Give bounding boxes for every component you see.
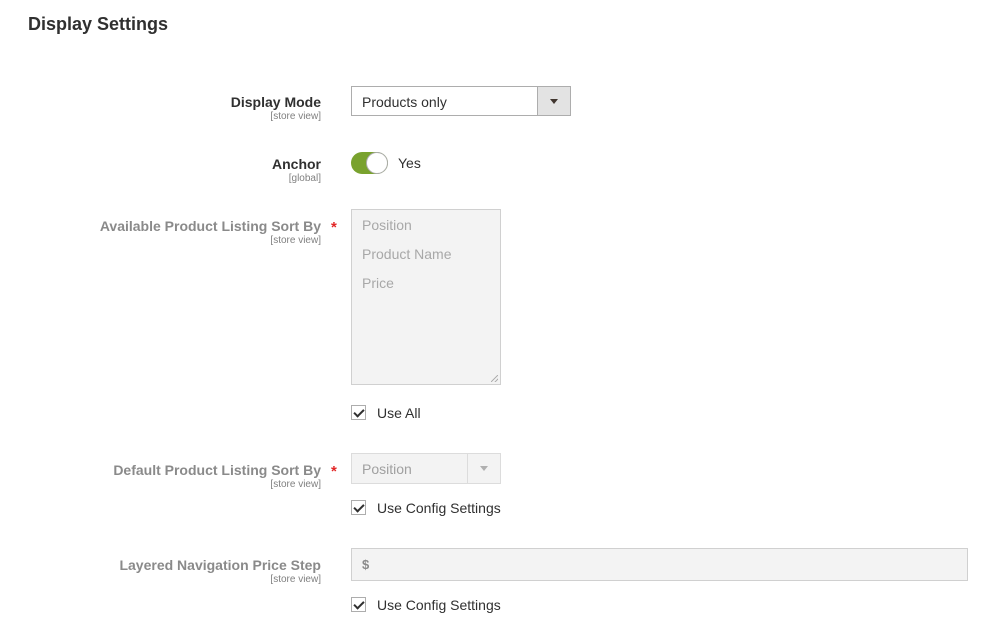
toggle-knob bbox=[366, 152, 388, 174]
price-step-use-config-checkbox[interactable] bbox=[351, 597, 366, 612]
sort-option-position[interactable]: Position bbox=[362, 217, 412, 233]
sort-option-price[interactable]: Price bbox=[362, 275, 394, 291]
price-step-scope: [store view] bbox=[270, 574, 321, 585]
chevron-down-icon bbox=[480, 466, 488, 471]
default-sort-by-select[interactable]: Position bbox=[351, 453, 501, 484]
currency-addon: $ bbox=[362, 557, 370, 572]
available-sort-by-label: Available Product Listing Sort By bbox=[99, 218, 321, 234]
available-sort-by-scope: [store view] bbox=[270, 235, 321, 246]
sort-option-product-name[interactable]: Product Name bbox=[362, 246, 451, 262]
section-title: Display Settings bbox=[28, 14, 169, 34]
default-sort-by-value: Position bbox=[362, 461, 412, 477]
default-sort-by-label: Default Product Listing Sort By bbox=[113, 462, 321, 478]
display-mode-label: Display Mode bbox=[230, 94, 321, 110]
default-sort-use-config-checkbox[interactable] bbox=[351, 500, 366, 515]
required-asterisk: * bbox=[331, 463, 337, 480]
anchor-label: Anchor bbox=[272, 156, 321, 172]
price-step-use-config-label[interactable]: Use Config Settings bbox=[377, 597, 501, 613]
default-sort-by-dropdown-button[interactable] bbox=[467, 454, 500, 483]
display-mode-scope: [store view] bbox=[270, 111, 321, 122]
anchor-toggle[interactable] bbox=[351, 152, 388, 174]
use-all-label[interactable]: Use All bbox=[377, 405, 421, 421]
resize-handle-icon[interactable] bbox=[491, 375, 498, 382]
price-step-input[interactable]: $ bbox=[351, 548, 968, 581]
required-asterisk: * bbox=[331, 219, 337, 236]
anchor-scope: [global] bbox=[288, 173, 321, 184]
price-step-label: Layered Navigation Price Step bbox=[119, 557, 321, 573]
default-sort-use-config-label[interactable]: Use Config Settings bbox=[377, 500, 501, 516]
chevron-down-icon bbox=[550, 99, 558, 104]
display-mode-select[interactable]: Products only bbox=[351, 86, 571, 116]
anchor-toggle-label: Yes bbox=[398, 155, 421, 171]
default-sort-by-scope: [store view] bbox=[270, 479, 321, 490]
available-sort-by-multiselect[interactable]: Position Product Name Price bbox=[351, 209, 501, 385]
display-mode-dropdown-button[interactable] bbox=[537, 87, 570, 115]
use-all-checkbox[interactable] bbox=[351, 405, 366, 420]
display-mode-value: Products only bbox=[362, 94, 447, 110]
